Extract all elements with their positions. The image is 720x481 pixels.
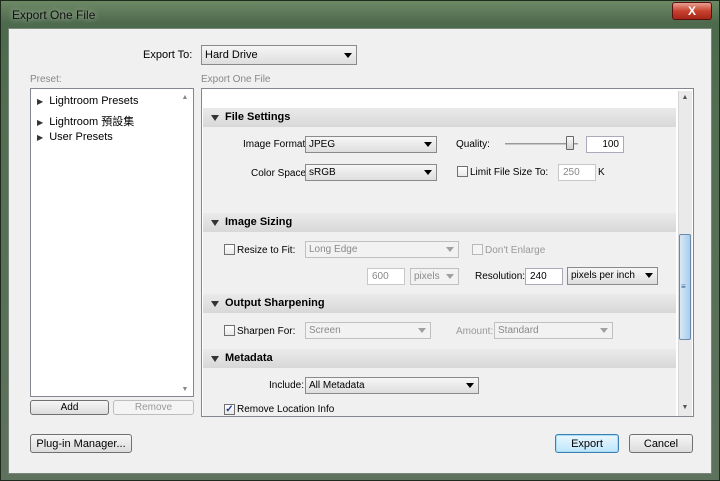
image-format-label: Image Format: — [243, 139, 309, 150]
chevron-down-icon — [446, 247, 454, 252]
section-title: File Settings — [225, 111, 291, 123]
dont-enlarge-label: Don't Enlarge — [485, 245, 546, 256]
size-unit-value: pixels — [414, 271, 440, 282]
color-space-label: Color Space: — [251, 168, 309, 179]
sharpen-for-checkbox[interactable] — [224, 325, 235, 336]
section-title: Image Sizing — [225, 216, 293, 228]
remove-location-checkbox[interactable]: ✓ — [224, 404, 235, 415]
include-label: Include: — [269, 380, 305, 391]
export-to-label: Export To: — [143, 49, 193, 61]
size-input[interactable]: 600 — [367, 268, 405, 285]
include-value: All Metadata — [309, 380, 365, 391]
limit-file-size-label: Limit File Size To: — [470, 167, 549, 178]
size-unit-select[interactable]: pixels — [410, 268, 459, 285]
chevron-down-icon — [344, 53, 352, 58]
amount-label: Amount: — [456, 326, 494, 337]
scroll-up-icon[interactable]: ▲ — [680, 93, 690, 103]
section-title: Metadata — [225, 352, 273, 364]
include-select[interactable]: All Metadata — [305, 377, 479, 394]
checkmark-icon: ✓ — [225, 404, 234, 415]
chevron-down-icon — [466, 383, 474, 388]
scroll-down-icon[interactable]: ▼ — [680, 403, 690, 413]
remove-preset-button[interactable]: Remove — [113, 400, 194, 415]
export-button[interactable]: Export — [555, 434, 619, 453]
metadata-header[interactable]: Metadata — [203, 349, 676, 368]
color-space-select[interactable]: sRGB — [305, 164, 437, 181]
output-sharpening-header[interactable]: Output Sharpening — [203, 294, 676, 313]
quality-input[interactable]: 100 — [586, 136, 624, 153]
close-button[interactable]: X — [672, 2, 712, 20]
chevron-down-icon — [424, 142, 432, 147]
resize-to-fit-label: Resize to Fit: — [237, 245, 296, 256]
preset-item-label: Lightroom 預設集 — [49, 116, 135, 128]
export-to-value: Hard Drive — [205, 49, 258, 61]
chevron-down-icon — [645, 273, 653, 278]
scroll-down-icon[interactable]: ▼ — [180, 385, 190, 395]
quality-label: Quality: — [456, 139, 490, 150]
cancel-button[interactable]: Cancel — [629, 434, 693, 453]
plugin-manager-button[interactable]: Plug-in Manager... — [30, 434, 132, 453]
image-format-select[interactable]: JPEG — [305, 136, 437, 153]
resolution-unit-select[interactable]: pixels per inch — [567, 267, 658, 285]
remove-location-label: Remove Location Info — [237, 404, 335, 415]
image-format-value: JPEG — [309, 139, 336, 150]
preset-item-label: User Presets — [49, 131, 113, 143]
window-title: Export One File — [12, 8, 96, 22]
chevron-down-icon — [446, 274, 454, 279]
limit-file-size-unit: K — [598, 167, 605, 178]
preset-item-user[interactable]: ▶ User Presets — [37, 131, 113, 143]
grip-icon: ≡ — [681, 282, 686, 291]
limit-file-size-input[interactable]: 250 — [558, 164, 596, 181]
preset-item-label: Lightroom Presets — [49, 95, 139, 107]
resolution-input[interactable]: 240 — [525, 268, 563, 285]
expand-arrow-icon: ▶ — [37, 133, 44, 142]
preset-label: Preset: — [30, 74, 62, 85]
quality-slider-thumb[interactable] — [566, 136, 574, 150]
resize-mode-select[interactable]: Long Edge — [305, 241, 459, 258]
collapse-triangle-icon — [211, 356, 219, 362]
amount-select[interactable]: Standard — [494, 322, 613, 339]
preset-item-lightroom-zh[interactable]: ▶ Lightroom 預設集 — [37, 113, 134, 129]
resize-to-fit-checkbox[interactable] — [224, 244, 235, 255]
file-settings-header[interactable]: File Settings — [203, 108, 676, 127]
collapse-triangle-icon — [211, 115, 219, 121]
amount-value: Standard — [498, 325, 539, 336]
chevron-down-icon — [424, 170, 432, 175]
chevron-down-icon — [418, 328, 426, 333]
chevron-down-icon — [600, 328, 608, 333]
sharpen-for-label: Sharpen For: — [237, 326, 296, 337]
dont-enlarge-checkbox[interactable] — [472, 244, 483, 255]
expand-arrow-icon: ▶ — [37, 97, 44, 106]
sharpen-for-select[interactable]: Screen — [305, 322, 431, 339]
preset-item-lightroom[interactable]: ▶ Lightroom Presets — [37, 95, 138, 107]
color-space-value: sRGB — [309, 167, 336, 178]
resolution-unit-value: pixels per inch — [571, 270, 635, 281]
add-preset-button[interactable]: Add — [30, 400, 109, 415]
panel-label: Export One File — [201, 74, 271, 85]
collapse-triangle-icon — [211, 220, 219, 226]
image-sizing-header[interactable]: Image Sizing — [203, 213, 676, 232]
limit-file-size-checkbox[interactable] — [457, 166, 468, 177]
expand-arrow-icon: ▶ — [37, 118, 44, 127]
export-to-select[interactable]: Hard Drive — [201, 45, 357, 65]
scroll-up-icon[interactable]: ▲ — [180, 93, 190, 103]
resolution-label: Resolution: — [475, 271, 526, 282]
section-title: Output Sharpening — [225, 297, 325, 309]
sharpen-for-value: Screen — [309, 325, 341, 336]
resize-mode-value: Long Edge — [309, 244, 358, 255]
collapse-triangle-icon — [211, 301, 219, 307]
